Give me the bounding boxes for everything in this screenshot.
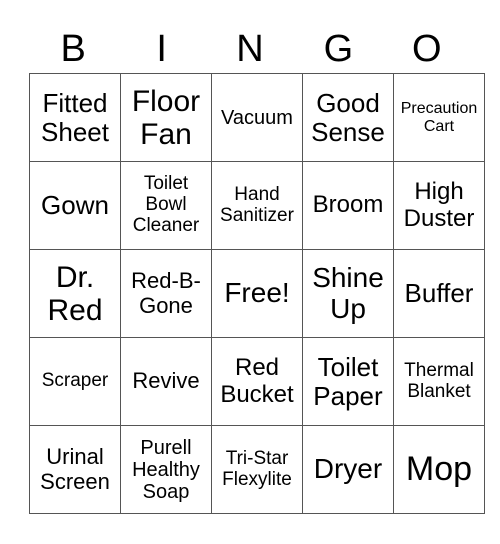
bingo-cell[interactable]: Good Sense — [302, 73, 394, 162]
grid-row: Fitted Sheet Floor Fan Vacuum Good Sense… — [29, 73, 485, 162]
bingo-cell[interactable]: Broom — [302, 161, 394, 250]
bingo-grid: Fitted Sheet Floor Fan Vacuum Good Sense… — [29, 73, 485, 514]
grid-row: Gown Toilet Bowl Cleaner Hand Sanitizer … — [29, 161, 485, 250]
bingo-cell[interactable]: Fitted Sheet — [29, 73, 121, 162]
bingo-cell[interactable]: Shine Up — [302, 249, 394, 338]
bingo-cell[interactable]: Scraper — [29, 337, 121, 426]
bingo-cell[interactable]: Toilet Paper — [302, 337, 394, 426]
bingo-cell[interactable]: Thermal Blanket — [393, 337, 485, 426]
bingo-cell[interactable]: Mop — [393, 425, 485, 514]
header-letter-o: O — [412, 28, 442, 70]
grid-row: Dr. Red Red-B-Gone Free! Shine Up Buffer — [29, 249, 485, 338]
bingo-cell[interactable]: Tri-Star Flexylite — [211, 425, 303, 514]
header-letter-i: I — [156, 28, 167, 70]
bingo-cell[interactable]: Toilet Bowl Cleaner — [120, 161, 212, 250]
bingo-cell[interactable]: Hand Sanitizer — [211, 161, 303, 250]
bingo-cell[interactable]: High Duster — [393, 161, 485, 250]
bingo-cell[interactable]: Urinal Screen — [29, 425, 121, 514]
grid-row: Urinal Screen Purell Healthy Soap Tri-St… — [29, 425, 485, 514]
bingo-cell[interactable]: Purell Healthy Soap — [120, 425, 212, 514]
bingo-cell[interactable]: Floor Fan — [120, 73, 212, 162]
free-space-cell[interactable]: Free! — [211, 249, 303, 338]
bingo-cell[interactable]: Dr. Red — [29, 249, 121, 338]
bingo-cell[interactable]: Buffer — [393, 249, 485, 338]
bingo-cell[interactable]: Precaution Cart — [393, 73, 485, 162]
bingo-cell[interactable]: Vacuum — [211, 73, 303, 162]
bingo-header: B I N G O — [29, 24, 471, 74]
bingo-cell[interactable]: Dryer — [302, 425, 394, 514]
header-letter-g: G — [323, 28, 354, 70]
bingo-cell[interactable]: Gown — [29, 161, 121, 250]
bingo-cell[interactable]: Red-B-Gone — [120, 249, 212, 338]
grid-row: Scraper Revive Red Bucket Toilet Paper T… — [29, 337, 485, 426]
bingo-cell[interactable]: Red Bucket — [211, 337, 303, 426]
header-letter-b: B — [60, 28, 86, 70]
bingo-cell[interactable]: Revive — [120, 337, 212, 426]
header-letter-n: N — [236, 28, 264, 70]
